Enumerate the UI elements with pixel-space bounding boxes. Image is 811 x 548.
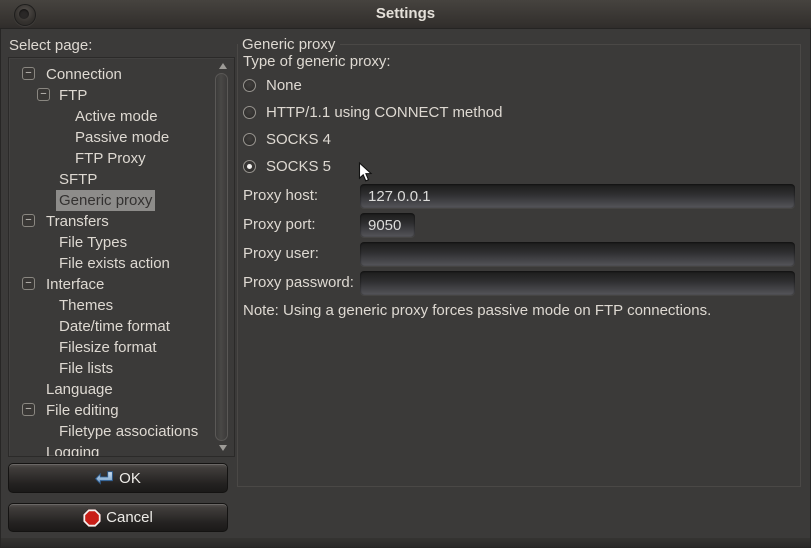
sidebar-item-logging[interactable]: Logging	[9, 442, 214, 457]
radio-option-label[interactable]: SOCKS 5	[266, 158, 331, 175]
tree-rows: −Connection−FTPActive modePassive modeFT…	[9, 58, 234, 456]
group-title: Generic proxy	[238, 36, 340, 53]
scrollbar-thumb[interactable]	[215, 73, 228, 441]
tree-item-label: SFTP	[59, 169, 97, 190]
tree-item-label: FTP Proxy	[75, 148, 146, 169]
tree-item-label: File Types	[59, 232, 127, 253]
proxy-user-label: Proxy user:	[243, 245, 319, 262]
tree-item-label: Generic proxy	[56, 190, 155, 211]
sidebar-item-active-mode[interactable]: Active mode	[9, 106, 214, 127]
tree-item-label: File editing	[46, 400, 119, 421]
sidebar-item-generic-proxy[interactable]: Generic proxy	[9, 190, 214, 211]
tree-item-label: Filetype associations	[59, 421, 198, 442]
tree-scrollbar[interactable]	[213, 59, 233, 455]
sidebar-item-file-editing[interactable]: −File editing	[9, 400, 214, 421]
proxy-password-input[interactable]	[360, 271, 795, 295]
sidebar-item-filesize-format[interactable]: Filesize format	[9, 337, 214, 358]
select-page-label: Select page:	[9, 37, 92, 54]
tree-item-label: File exists action	[59, 253, 170, 274]
collapse-minus-icon[interactable]: −	[37, 88, 50, 101]
sidebar-item-file-exists-action[interactable]: File exists action	[9, 253, 214, 274]
radio-unselected-icon[interactable]	[243, 133, 256, 146]
collapse-minus-icon[interactable]: −	[22, 67, 35, 80]
tree-item-label: Themes	[59, 295, 113, 316]
radio-option-label[interactable]: SOCKS 4	[266, 131, 331, 148]
tree-item-label: FTP	[59, 85, 87, 106]
sidebar-item-file-lists[interactable]: File lists	[9, 358, 214, 379]
settings-dialog: Settings Select page: −Connection−FTPAct…	[0, 0, 811, 548]
scroll-up-icon[interactable]	[219, 63, 227, 69]
tree-item-label: Logging	[46, 442, 99, 457]
tree-item-label: Interface	[46, 274, 104, 295]
scroll-down-icon[interactable]	[219, 445, 227, 451]
tree-item-label: Passive mode	[75, 127, 169, 148]
cancel-button-label: Cancel	[106, 509, 153, 526]
stop-sign-icon	[83, 509, 101, 527]
sidebar-item-ftp-proxy[interactable]: FTP Proxy	[9, 148, 214, 169]
sidebar-item-language[interactable]: Language	[9, 379, 214, 400]
radio-unselected-icon[interactable]	[243, 106, 256, 119]
sidebar-item-datetime-format[interactable]: Date/time format	[9, 316, 214, 337]
collapse-minus-icon[interactable]: −	[22, 277, 35, 290]
radio-selected-icon[interactable]	[243, 160, 256, 173]
proxy-type-label: Type of generic proxy:	[243, 53, 391, 70]
sidebar-item-ftp[interactable]: −FTP	[9, 85, 214, 106]
tree-item-label: Date/time format	[59, 316, 170, 337]
proxy-port-input[interactable]	[360, 213, 415, 237]
close-button[interactable]	[14, 4, 36, 26]
radio-option-socks-4[interactable]: SOCKS 4	[243, 126, 331, 153]
tree-item-label: Language	[46, 379, 113, 400]
collapse-minus-icon[interactable]: −	[22, 214, 35, 227]
tree-item-label: Connection	[46, 64, 122, 85]
sidebar-item-sftp[interactable]: SFTP	[9, 169, 214, 190]
radio-unselected-icon[interactable]	[243, 79, 256, 92]
cancel-button[interactable]: Cancel	[8, 503, 228, 532]
tree-item-label: Filesize format	[59, 337, 157, 358]
tree-item-label: Transfers	[46, 211, 109, 232]
sidebar-item-filetype-associations[interactable]: Filetype associations	[9, 421, 214, 442]
note-text: Note: Using a generic proxy forces passi…	[243, 302, 711, 319]
proxy-password-label: Proxy password:	[243, 274, 354, 291]
radio-option-http11-using-connect-method[interactable]: HTTP/1.1 using CONNECT method	[243, 99, 502, 126]
collapse-minus-icon[interactable]: −	[22, 403, 35, 416]
sidebar-item-file-types[interactable]: File Types	[9, 232, 214, 253]
proxy-port-label: Proxy port:	[243, 216, 316, 233]
ok-button-label: OK	[119, 470, 141, 487]
page-tree[interactable]: −Connection−FTPActive modePassive modeFT…	[8, 57, 235, 457]
radio-option-socks-5[interactable]: SOCKS 5	[243, 153, 331, 180]
window-title: Settings	[0, 0, 811, 28]
radio-option-label[interactable]: HTTP/1.1 using CONNECT method	[266, 104, 502, 121]
sidebar-item-transfers[interactable]: −Transfers	[9, 211, 214, 232]
radio-option-none[interactable]: None	[243, 72, 302, 99]
window-bottom-edge	[1, 538, 810, 547]
sidebar-item-interface[interactable]: −Interface	[9, 274, 214, 295]
radio-option-label[interactable]: None	[266, 77, 302, 94]
proxy-type-radio-group: None HTTP/1.1 using CONNECT method SOCKS 4…	[243, 72, 763, 182]
tree-item-label: File lists	[59, 358, 113, 379]
proxy-user-input[interactable]	[360, 242, 795, 266]
sidebar-item-connection[interactable]: −Connection	[9, 64, 214, 85]
proxy-host-label: Proxy host:	[243, 187, 318, 204]
ok-button[interactable]: OK	[8, 463, 228, 493]
proxy-host-input[interactable]	[360, 184, 795, 208]
enter-arrow-icon	[95, 471, 114, 485]
sidebar-item-themes[interactable]: Themes	[9, 295, 214, 316]
sidebar-item-passive-mode[interactable]: Passive mode	[9, 127, 214, 148]
tree-item-label: Active mode	[75, 106, 158, 127]
titlebar: Settings	[0, 0, 811, 29]
